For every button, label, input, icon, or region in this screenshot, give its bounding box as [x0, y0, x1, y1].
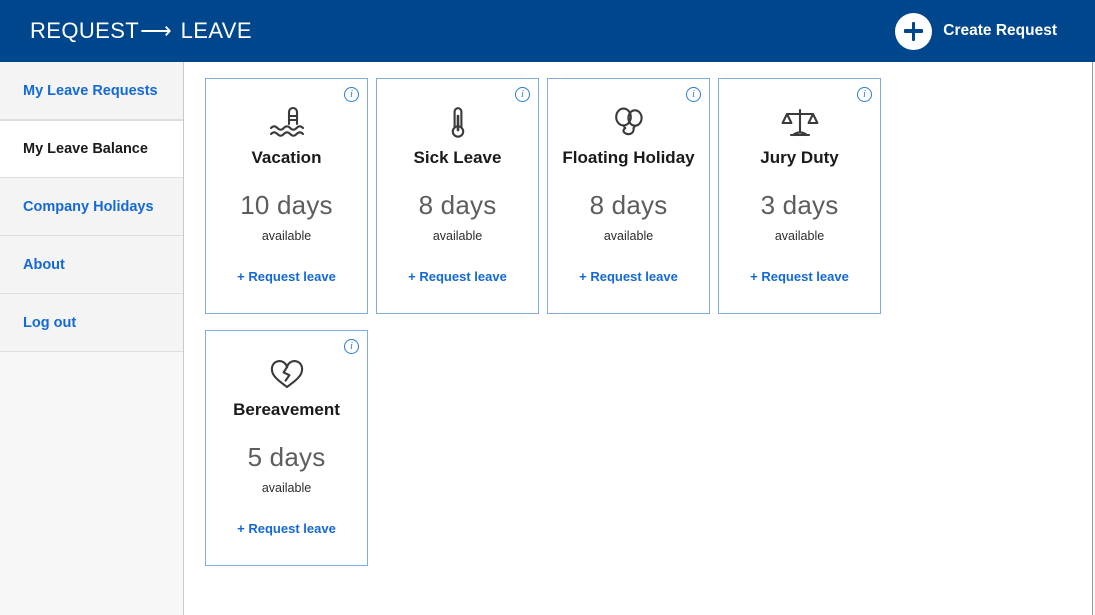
brand-suffix: LEAVE	[180, 18, 252, 43]
leave-card-amount: 8 days	[589, 189, 668, 220]
app-body: My Leave Requests My Leave Balance Compa…	[0, 62, 1095, 615]
leave-card-title: Sick Leave	[413, 148, 502, 167]
leave-card-availability: available	[774, 228, 825, 243]
main-content: i Vacation 10 days available + Request l…	[184, 62, 1095, 615]
app-root: REQUEST ⟶ LEAVE Create Request My Leave R…	[0, 0, 1095, 615]
sidebar-item-label: My Leave Requests	[23, 82, 158, 99]
leave-card-title: Jury Duty	[760, 148, 839, 167]
info-icon[interactable]: i	[857, 87, 872, 102]
request-leave-link[interactable]: + Request leave	[579, 269, 678, 284]
leave-card-sick-leave[interactable]: i Sick Leave 8 days available + Request …	[376, 78, 539, 314]
sidebar-item-my-leave-balance[interactable]: My Leave Balance	[0, 120, 183, 178]
leave-card-floating-holiday[interactable]: i Floating Holiday 8 days available + Re…	[547, 78, 710, 314]
swimming-pool-icon	[267, 103, 307, 143]
leave-card-vacation[interactable]: i Vacation 10 days available + Request l…	[205, 78, 368, 314]
app-header: REQUEST ⟶ LEAVE Create Request	[0, 0, 1095, 62]
leave-card-jury-duty[interactable]: i Jury Duty 3 days available + Request l…	[718, 78, 881, 314]
sidebar-item-company-holidays[interactable]: Company Holidays	[0, 178, 183, 236]
leave-card-title: Bereavement	[233, 400, 340, 419]
sidebar-item-label: Company Holidays	[23, 198, 154, 215]
leave-card-availability: available	[261, 228, 312, 243]
leave-card-availability: available	[432, 228, 483, 243]
leave-card-availability: available	[603, 228, 654, 243]
leave-card-amount: 5 days	[247, 441, 326, 472]
sidebar-empty-space	[0, 352, 183, 615]
leave-card-title: Floating Holiday	[562, 148, 695, 167]
info-icon[interactable]: i	[515, 87, 530, 102]
sidebar-item-log-out[interactable]: Log out	[0, 294, 183, 352]
sidebar-item-label: Log out	[23, 314, 77, 331]
request-leave-link[interactable]: + Request leave	[750, 269, 849, 284]
leave-balance-card-grid: i Vacation 10 days available + Request l…	[205, 78, 925, 566]
info-icon[interactable]: i	[344, 339, 359, 354]
sidebar-item-label: About	[23, 256, 65, 273]
leave-card-amount: 3 days	[760, 189, 839, 220]
thermometer-icon	[438, 103, 478, 143]
request-leave-link[interactable]: + Request leave	[237, 269, 336, 284]
app-brand: REQUEST ⟶ LEAVE	[30, 18, 252, 44]
arrow-right-icon: ⟶	[140, 18, 173, 43]
leave-card-amount: 10 days	[240, 189, 333, 220]
broken-heart-icon	[267, 355, 307, 395]
info-icon[interactable]: i	[686, 87, 701, 102]
create-request-label: Create Request	[943, 22, 1057, 39]
create-request-button[interactable]: Create Request	[895, 12, 1069, 50]
sidebar: My Leave Requests My Leave Balance Compa…	[0, 62, 184, 615]
sidebar-item-my-leave-requests[interactable]: My Leave Requests	[0, 62, 183, 120]
info-icon[interactable]: i	[344, 87, 359, 102]
scales-of-justice-icon	[780, 103, 820, 143]
sidebar-item-label: My Leave Balance	[23, 141, 148, 157]
leave-card-title: Vacation	[251, 148, 322, 167]
sidebar-item-about[interactable]: About	[0, 236, 183, 294]
request-leave-link[interactable]: + Request leave	[237, 521, 336, 536]
leave-card-amount: 8 days	[418, 189, 497, 220]
leave-card-availability: available	[261, 480, 312, 495]
request-leave-link[interactable]: + Request leave	[408, 269, 507, 284]
brand-prefix: REQUEST	[30, 18, 140, 43]
plus-icon	[895, 12, 933, 50]
balloons-icon	[609, 103, 649, 143]
leave-card-bereavement[interactable]: i Bereavement 5 days available + Request…	[205, 330, 368, 566]
